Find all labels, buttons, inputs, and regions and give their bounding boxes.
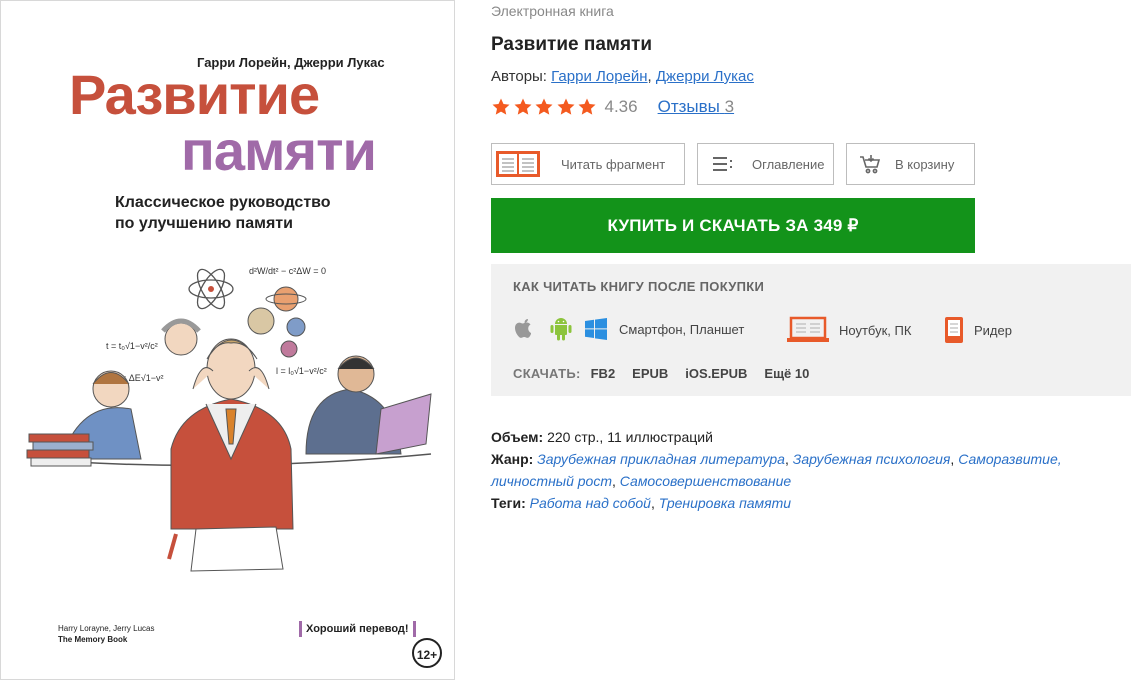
tags-row: Теги: Работа над собой, Тренировка памят… <box>491 495 792 511</box>
genre-link[interactable]: Зарубежная прикладная литература <box>537 451 785 467</box>
tag-link[interactable]: Тренировка памяти <box>659 495 791 511</box>
genre-label: Жанр: <box>491 451 534 467</box>
tag-link[interactable]: Работа над собой <box>530 495 651 511</box>
reviews-link[interactable]: Отзывы 3 <box>658 97 734 117</box>
laptop-label: Ноутбук, ПК <box>839 322 912 338</box>
open-book-icon <box>492 149 544 179</box>
format-fb2-link[interactable]: FB2 <box>591 366 616 381</box>
star-icon <box>492 98 510 115</box>
book-cover[interactable]: Гарри Лорейн, Джерри Лукас Развитие памя… <box>0 0 455 680</box>
more-formats-link[interactable]: Ещё 10 <box>764 366 809 381</box>
buy-and-download-button[interactable]: КУПИТЬ И СКАЧАТЬ ЗА 349 ₽ <box>491 198 975 253</box>
how-to-read-panel: КАК ЧИТАТЬ КНИГУ ПОСЛЕ ПОКУПКИ Смартфон,… <box>491 264 1131 396</box>
star-icon <box>578 98 596 115</box>
reviews-count: 3 <box>724 97 735 116</box>
authors-label: Авторы: <box>491 68 547 85</box>
toc-button[interactable]: Оглавление <box>697 143 834 185</box>
cover-orig-title: The Memory Book <box>58 635 128 644</box>
star-icon <box>514 98 531 115</box>
rating-stars <box>491 97 599 117</box>
volume-label: Объем: <box>491 429 544 445</box>
apple-icon <box>513 317 535 341</box>
action-buttons: Читать фрагмент Оглавление В корзину <box>491 143 987 185</box>
cover-age-rating: 12+ <box>412 638 442 668</box>
author-link-1[interactable]: Гарри Лорейн <box>551 68 647 85</box>
device-reader[interactable]: Ридер <box>944 316 1012 344</box>
genre-link[interactable]: Зарубежная психология <box>793 451 951 467</box>
cover-original-info: Harry Lorayne, Jerry Lucas The Memory Bo… <box>58 623 154 645</box>
cover-subtitle-line2: по улучшению памяти <box>115 215 293 232</box>
rating-value: 4.36 <box>604 97 638 116</box>
download-formats: СКАЧАТЬ: FB2 EPUB iOS.EPUB Ещё 10 <box>513 366 826 381</box>
cover-translation-badge: Хороший перевод! <box>299 621 416 637</box>
smartphone-label: Смартфон, Планшет <box>619 321 745 337</box>
list-icon <box>698 156 748 172</box>
cover-subtitle: Классическое руководство по улучшению па… <box>115 192 331 234</box>
authors-row: Авторы: Гарри Лорейн, Джерри Лукас <box>491 68 754 85</box>
cart-icon <box>847 154 893 174</box>
book-title: Развитие памяти <box>491 34 653 55</box>
reader-label: Ридер <box>974 322 1012 338</box>
reviews-label: Отзывы <box>657 97 720 116</box>
add-to-cart-button[interactable]: В корзину <box>846 143 975 185</box>
device-smartphone[interactable]: Смартфон, Планшет <box>513 316 744 342</box>
svg-text:l = l₀√1−v²/c²: l = l₀√1−v²/c² <box>276 366 327 376</box>
book-type-label: Электронная книга <box>491 3 614 19</box>
cover-title-line1: Развитие <box>69 63 320 126</box>
svg-text:d²W/dt² − c²ΔW = 0: d²W/dt² − c²ΔW = 0 <box>249 266 326 276</box>
download-label: СКАЧАТЬ: <box>513 366 581 381</box>
author-link-2[interactable]: Джерри Лукас <box>656 68 754 85</box>
how-to-read-heading: КАК ЧИТАТЬ КНИГУ ПОСЛЕ ПОКУПКИ <box>513 279 765 294</box>
volume-row: Объем: 220 стр., 11 иллюстраций <box>491 426 1131 448</box>
star-icon <box>535 98 553 115</box>
android-icon <box>549 316 573 342</box>
cart-label: В корзину <box>895 156 955 172</box>
laptop-icon <box>787 316 829 344</box>
windows-icon <box>585 318 607 340</box>
toc-label: Оглавление <box>752 156 825 172</box>
tags-label: Теги: <box>491 495 526 511</box>
svg-text:t = t₀√1−v²/c²: t = t₀√1−v²/c² <box>106 341 158 351</box>
read-fragment-button[interactable]: Читать фрагмент <box>491 143 685 185</box>
genre-link[interactable]: Самосовершенствование <box>620 473 791 489</box>
book-meta: Объем: 220 стр., 11 иллюстраций Жанр: За… <box>491 426 1131 514</box>
star-icon <box>557 98 574 115</box>
cover-subtitle-line1: Классическое руководство <box>115 194 331 211</box>
read-fragment-label: Читать фрагмент <box>561 156 666 172</box>
volume-value: 220 стр., 11 иллюстраций <box>547 429 713 445</box>
ereader-icon <box>944 316 964 344</box>
device-laptop[interactable]: Ноутбук, ПК <box>787 316 911 344</box>
cover-title-line2: памяти <box>181 119 377 182</box>
genre-row: Жанр: Зарубежная прикладная литература, … <box>491 451 1062 489</box>
rating-row: 4.36 Отзывы 3 <box>491 97 734 117</box>
cover-orig-authors: Harry Lorayne, Jerry Lucas <box>58 624 155 633</box>
format-ios-epub-link[interactable]: iOS.EPUB <box>685 366 747 381</box>
format-epub-link[interactable]: EPUB <box>632 366 668 381</box>
cover-illustration: d²W/dt² − c²ΔW = 0 t = t₀√1−v²/c² t = ΔE… <box>26 266 432 572</box>
